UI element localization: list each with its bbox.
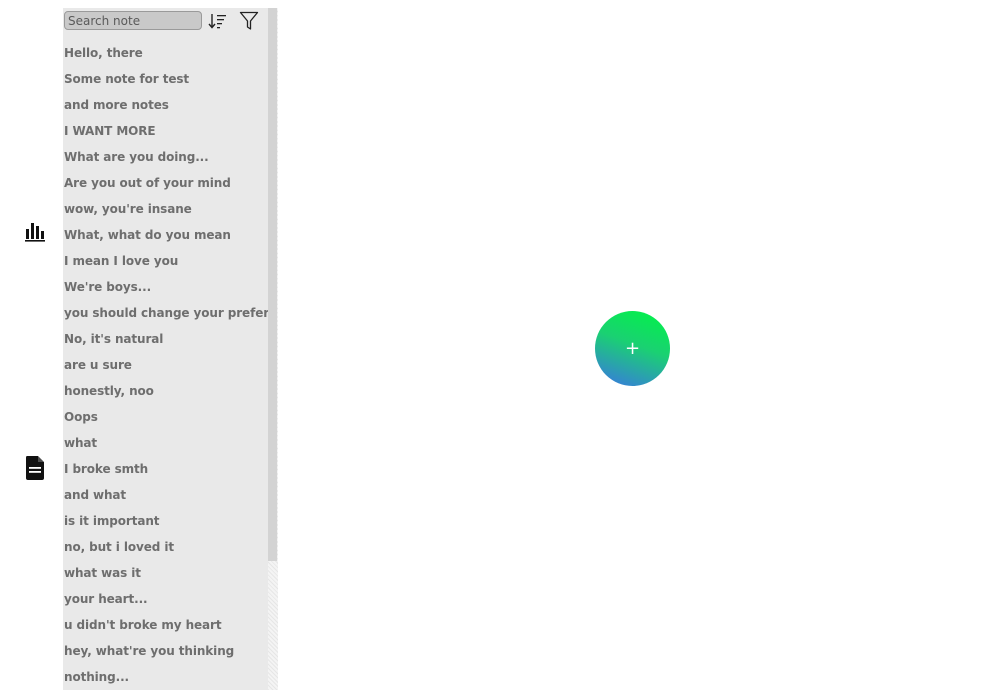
note-list-item[interactable]: honestly, noo (63, 381, 268, 407)
filter-icon[interactable] (239, 11, 259, 31)
note-list-item[interactable]: u didn't broke my heart (63, 615, 268, 641)
note-list-item[interactable]: nothing... (63, 667, 268, 690)
note-list: Hello, there Some note for test and more n… (63, 43, 268, 690)
note-list-item[interactable]: your heart... (63, 589, 268, 615)
note-list-item[interactable]: and more notes (63, 95, 268, 121)
note-list-item[interactable]: what (63, 433, 268, 459)
note-list-item[interactable]: what was it (63, 563, 268, 589)
note-list-item[interactable]: hey, what're you thinking (63, 641, 268, 667)
note-list-item[interactable]: wow, you're insane (63, 199, 268, 225)
note-list-item[interactable]: is it important (63, 511, 268, 537)
scrollbar-thumb[interactable] (268, 8, 277, 561)
note-list-item[interactable]: No, it's natural (63, 329, 268, 355)
note-list-item[interactable]: Are you out of your mind (63, 173, 268, 199)
note-file-icon[interactable] (24, 455, 46, 480)
note-list-item[interactable]: We're boys... (63, 277, 268, 303)
app-window: Hello, thereSome note for testand more n… (0, 0, 997, 694)
note-list-item[interactable]: Oops (63, 407, 268, 433)
note-list-item[interactable]: What are you doing... (63, 147, 268, 173)
add-note-button[interactable]: + (595, 311, 670, 386)
note-list-item[interactable]: What, what do you mean (63, 225, 268, 251)
note-list-item[interactable]: no, but i loved it (63, 537, 268, 563)
note-list-item[interactable]: I mean I love you (63, 251, 268, 277)
notes-scrollbar[interactable] (268, 8, 278, 690)
bar-chart-icon[interactable] (24, 220, 46, 242)
note-list-item[interactable]: Hello, there (63, 43, 268, 69)
note-list-item[interactable]: I WANT MORE (63, 121, 268, 147)
note-list-item[interactable]: Some note for test (63, 69, 268, 95)
notes-panel: Hello, thereSome note for testand more n… (63, 8, 268, 690)
note-list-item[interactable]: and what (63, 485, 268, 511)
sort-descending-icon[interactable] (208, 12, 228, 30)
note-list-item[interactable]: you should change your preferences (63, 303, 268, 329)
search-input[interactable] (64, 11, 202, 30)
notes-toolbar (63, 11, 268, 33)
note-list-item[interactable]: are u sure (63, 355, 268, 381)
note-list-item[interactable]: I broke smth (63, 459, 268, 485)
